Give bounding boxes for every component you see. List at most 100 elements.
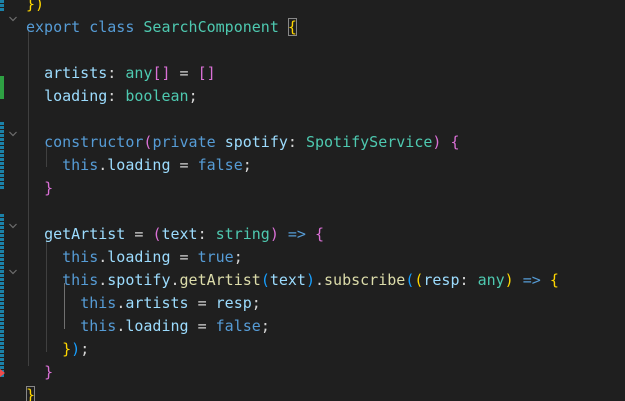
code-token: ;: [251, 294, 261, 312]
code-token: :: [459, 271, 478, 289]
code-line[interactable]: }): [26, 0, 44, 16]
code-token: loading: [44, 87, 108, 105]
code-line[interactable]: this.spotify.getArtist(text).subscribe((…: [26, 269, 559, 292]
code-line[interactable]: this.loading = false;: [26, 154, 252, 177]
code-token: }): [26, 0, 45, 13]
code-token: false: [197, 156, 243, 174]
git-modified-indicator[interactable]: [0, 122, 4, 189]
code-token: .: [116, 317, 126, 335]
code-token: getArtist: [44, 225, 126, 243]
code-line[interactable]: export class SearchComponent {: [26, 16, 297, 39]
git-modified-indicator[interactable]: [0, 0, 4, 12]
code-token: ): [269, 225, 279, 243]
code-line[interactable]: getArtist = (text: string) => {: [26, 223, 324, 246]
code-line[interactable]: }: [26, 384, 36, 401]
code-token: (: [260, 271, 270, 289]
code-token: }: [44, 363, 54, 381]
code-token: this: [80, 294, 117, 312]
code-token: spotify: [107, 271, 171, 289]
code-token: SearchComponent: [143, 18, 279, 36]
code-token: private: [152, 133, 216, 151]
code-token: :: [107, 64, 126, 82]
chevron-down-icon[interactable]: [8, 221, 18, 231]
chevron-down-icon[interactable]: [8, 129, 18, 139]
code-token: artists: [44, 64, 108, 82]
code-token: any: [125, 64, 153, 82]
code-line[interactable]: constructor(private spotify: SpotifyServ…: [26, 131, 460, 154]
editor-gutter: [0, 0, 26, 401]
code-token: this: [62, 156, 99, 174]
code-token: :: [107, 87, 126, 105]
code-token: }: [44, 179, 54, 197]
code-token: =>: [522, 271, 541, 289]
code-line[interactable]: this.loading = true;: [26, 246, 243, 269]
code-token: this: [62, 271, 99, 289]
code-token: (: [405, 271, 415, 289]
code-line[interactable]: });: [26, 338, 89, 361]
code-token: {: [315, 225, 325, 243]
code-token: []: [197, 64, 216, 82]
code-line[interactable]: this.artists = resp;: [26, 292, 261, 315]
code-token: ): [305, 271, 315, 289]
code-token: .: [98, 156, 108, 174]
code-token: .: [98, 271, 108, 289]
chevron-down-icon[interactable]: [8, 267, 18, 277]
code-line[interactable]: }: [26, 361, 53, 384]
code-token: boolean: [125, 87, 189, 105]
chevron-down-icon[interactable]: [8, 14, 18, 24]
code-token: artists: [125, 294, 189, 312]
code-token: ;: [260, 317, 270, 335]
code-line[interactable]: }: [26, 177, 53, 200]
code-token: resp: [423, 271, 460, 289]
code-token: text: [161, 225, 198, 243]
code-line[interactable]: loading: boolean;: [26, 85, 198, 108]
code-token: []: [152, 64, 171, 82]
code-token: =>: [287, 225, 306, 243]
code-token: =: [188, 294, 216, 312]
code-token: .: [170, 271, 180, 289]
code-token: any: [477, 271, 505, 289]
code-token: subscribe: [324, 271, 406, 289]
code-token: =: [125, 225, 153, 243]
code-token: =: [170, 156, 198, 174]
code-token: ;: [242, 156, 252, 174]
code-editor[interactable]: }) export class SearchComponent { artists…: [0, 0, 625, 401]
code-token: {: [450, 133, 460, 151]
code-line[interactable]: this.loading = false;: [26, 315, 270, 338]
git-modified-indicator[interactable]: [0, 214, 4, 378]
code-token: spotify: [224, 133, 288, 151]
code-token: getArtist: [179, 271, 261, 289]
code-token: export: [26, 18, 81, 36]
code-token: class: [89, 18, 135, 36]
code-token: .: [315, 271, 325, 289]
code-token: :: [287, 133, 306, 151]
code-token: :: [197, 225, 216, 243]
code-token: ): [71, 340, 81, 358]
code-token: =: [170, 64, 198, 82]
code-token: .: [116, 294, 126, 312]
git-added-indicator[interactable]: [0, 76, 4, 99]
git-deleted-indicator[interactable]: [0, 369, 5, 377]
code-token: ;: [80, 340, 90, 358]
code-token: {: [549, 271, 559, 289]
code-token: loading: [107, 156, 171, 174]
code-token: loading: [107, 248, 171, 266]
code-token: constructor: [44, 133, 144, 151]
code-line[interactable]: artists: any[] = []: [26, 62, 216, 85]
code-token: true: [197, 248, 234, 266]
